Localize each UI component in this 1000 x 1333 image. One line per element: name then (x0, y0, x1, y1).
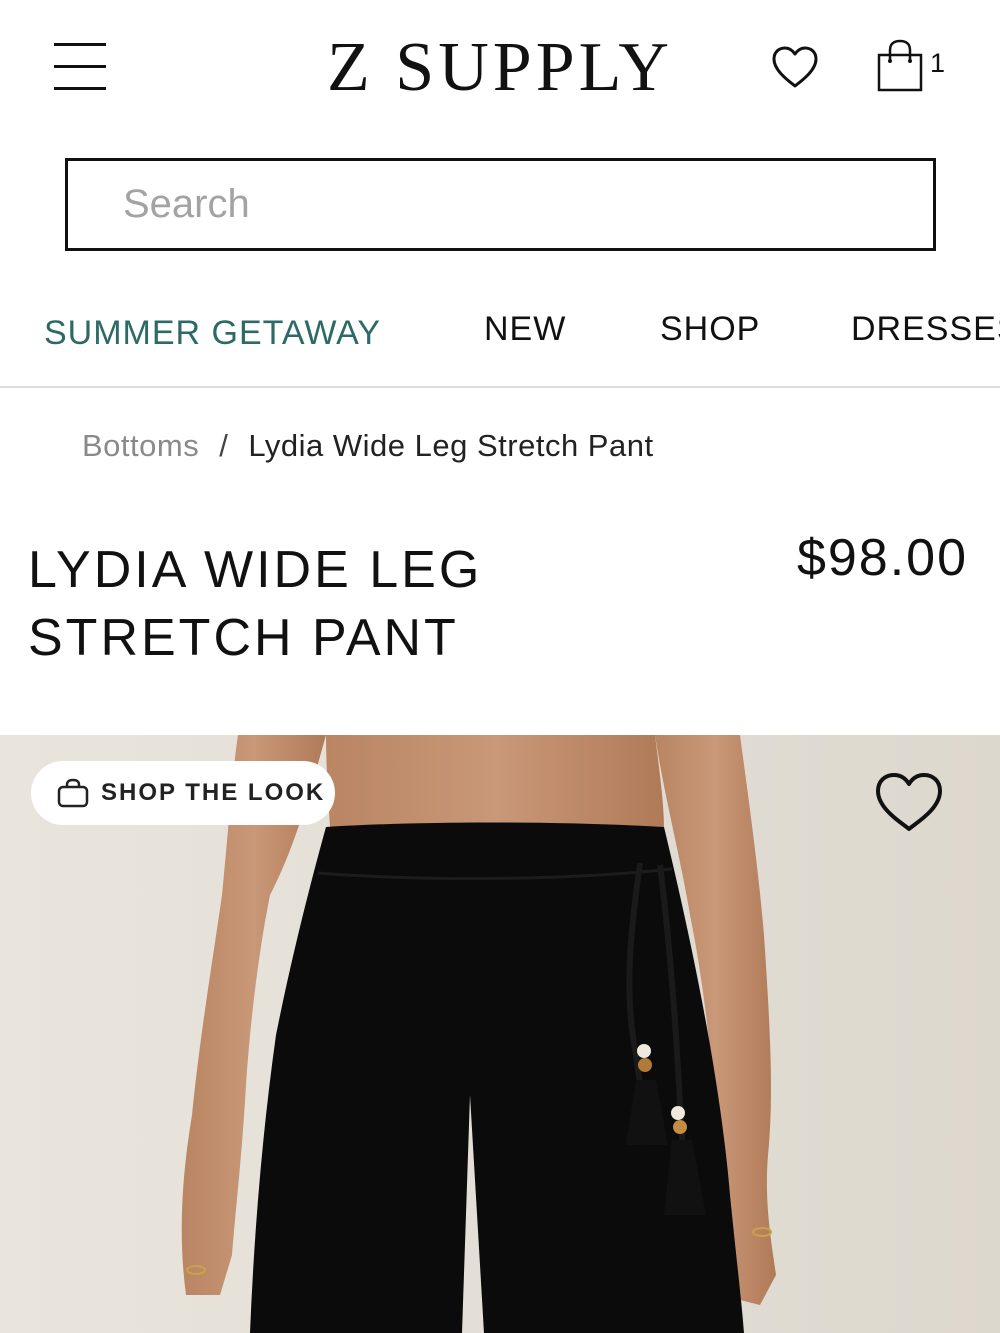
product-page: Z SUPPLY 1 SUMMER GETAWAY NEW SHOP DRESS… (0, 0, 1000, 1333)
breadcrumb-link-bottoms[interactable]: Bottoms (82, 428, 199, 463)
heart-icon (876, 773, 942, 831)
category-nav: SUMMER GETAWAY NEW SHOP DRESSES (0, 292, 1000, 388)
shop-the-look-button[interactable]: SHOP THE LOOK (31, 761, 335, 825)
breadcrumb: Bottoms / Lydia Wide Leg Stretch Pant (82, 428, 654, 464)
shopping-bag-icon (57, 778, 89, 808)
menu-button[interactable] (52, 40, 108, 94)
product-title-line-1: LYDIA WIDE LEG (28, 541, 483, 599)
product-image[interactable]: SHOP THE LOOK (0, 735, 1000, 1333)
hamburger-line (54, 65, 106, 68)
hamburger-line (54, 87, 106, 90)
search-input[interactable] (68, 161, 933, 248)
site-header: Z SUPPLY 1 (0, 0, 1000, 140)
nav-item-dresses[interactable]: DRESSES (851, 310, 1000, 349)
nav-item-shop[interactable]: SHOP (660, 310, 760, 349)
breadcrumb-separator: / (219, 428, 229, 463)
product-price: $98.00 (796, 529, 968, 587)
wishlist-button[interactable] (770, 44, 820, 90)
product-wishlist-button[interactable] (874, 771, 944, 835)
heart-icon (772, 46, 818, 88)
product-title: LYDIA WIDE LEG STRETCH PANT (28, 536, 668, 672)
shop-the-look-label: SHOP THE LOOK (101, 779, 326, 806)
brand-logo[interactable]: Z SUPPLY (300, 28, 700, 108)
cart-button[interactable]: 1 (876, 38, 950, 94)
nav-item-new[interactable]: NEW (484, 310, 566, 349)
nav-item-summer-getaway[interactable]: SUMMER GETAWAY (44, 314, 381, 353)
cart-count-badge: 1 (930, 48, 946, 78)
search-box (65, 158, 936, 251)
hamburger-menu-icon (54, 43, 106, 46)
shopping-bag-icon (877, 39, 923, 92)
product-title-line-2: STRETCH PANT (28, 609, 459, 667)
breadcrumb-current: Lydia Wide Leg Stretch Pant (248, 428, 654, 463)
